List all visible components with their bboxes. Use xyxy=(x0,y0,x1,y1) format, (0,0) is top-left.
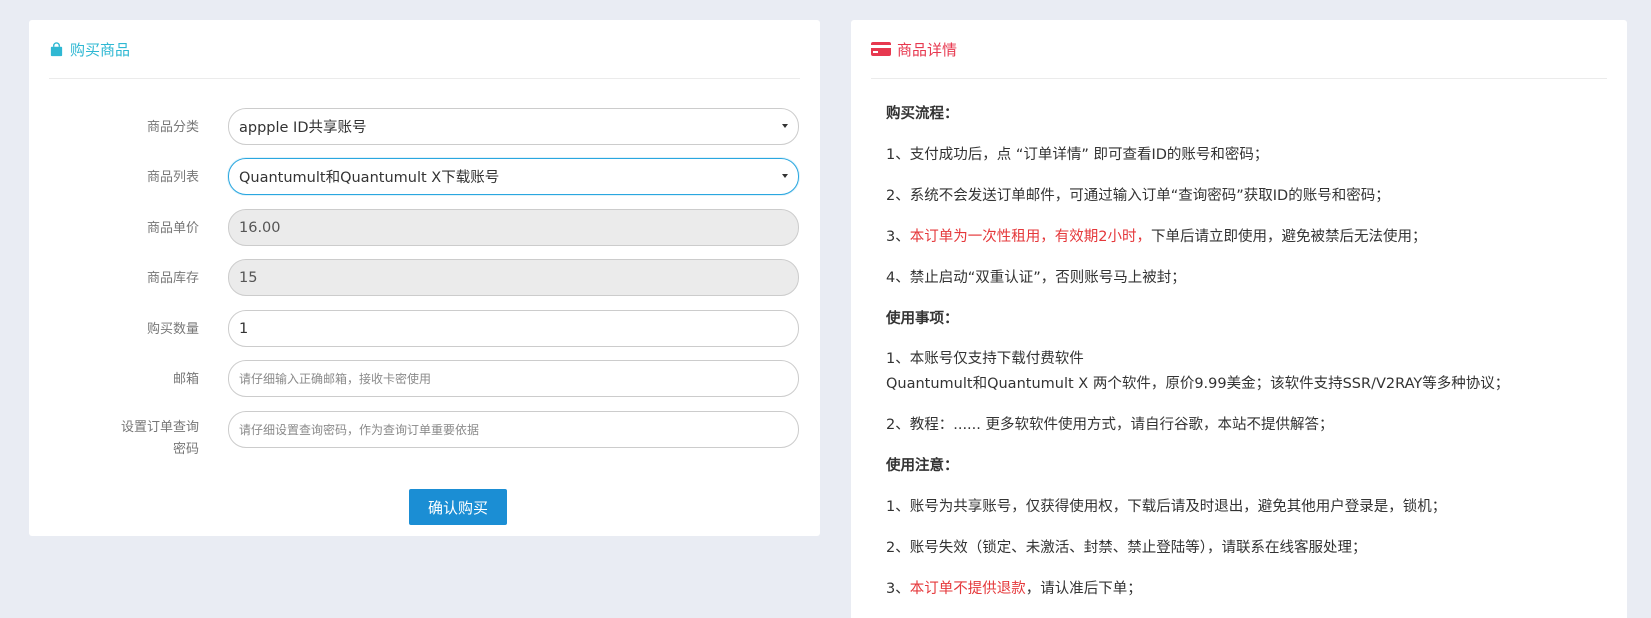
price-value: 16.00 xyxy=(239,219,281,236)
usage-item-1b: Quantumult和Quantumult X 两个软件，原价9.99美金；该软… xyxy=(886,376,1510,392)
process-item-4: 4、禁止启动“双重认证”，否则账号马上被封； xyxy=(886,270,1186,286)
category-select-value: appple ID共享账号 xyxy=(239,120,367,136)
stock-row: 商品库存 15 xyxy=(29,259,820,297)
email-row: 邮箱 请仔细输入正确邮箱，接收卡密使用 xyxy=(29,360,820,398)
email-input[interactable]: 请仔细输入正确邮箱，接收卡密使用 xyxy=(228,360,799,397)
stock-label: 商品库存 xyxy=(146,271,199,286)
purchase-panel-header: 购买商品 xyxy=(49,20,800,79)
usage-item-2: 2、教程：...... 更多软软件使用方式，请自行谷歌，本站不提供解答； xyxy=(886,417,1334,433)
process-item-2: 2、系统不会发送订单邮件，可通过输入订单“查询密码”获取ID的账号和密码； xyxy=(886,188,1390,204)
stock-value: 15 xyxy=(239,269,258,286)
purchase-panel-title: 购买商品 xyxy=(70,40,131,59)
query-password-label: 设置订单查询 密码 xyxy=(89,417,199,461)
notice-item-1: 1、账号为共享账号，仅获得使用权，下载后请及时退出，避免其他用户登录是，锁机； xyxy=(886,499,1447,515)
shopping-bag-icon xyxy=(49,41,64,57)
category-label: 商品分类 xyxy=(146,120,199,135)
query-password-input[interactable]: 请仔细设置查询密码，作为查询订单重要依据 xyxy=(228,411,799,448)
query-password-placeholder: 请仔细设置查询密码，作为查询订单重要依据 xyxy=(239,423,480,437)
quantity-label: 购买数量 xyxy=(146,322,199,337)
process-item-3-prefix: 3、 xyxy=(886,229,910,245)
process-item-1: 1、支付成功后，点 “订单详情” 即可查看ID的账号和密码； xyxy=(886,147,1269,163)
product-row: 商品列表 Quantumult和Quantumult X下载账号 xyxy=(29,158,820,196)
confirm-purchase-button[interactable]: 确认购买 xyxy=(409,489,507,525)
email-label: 邮箱 xyxy=(172,372,199,387)
purchase-panel: 购买商品 商品分类 appple ID共享账号 商品列表 Quantumult和… xyxy=(29,20,820,536)
query-password-label-line1: 设置订单查询 xyxy=(120,420,199,435)
price-label: 商品单价 xyxy=(146,221,199,236)
notice-item-3-rest: ，请认准后下单； xyxy=(1025,581,1142,597)
details-panel-title: 商品详情 xyxy=(897,40,958,59)
quantity-value: 1 xyxy=(239,320,249,337)
caret-down-icon xyxy=(782,124,788,128)
notice-item-3: 3、本订单不提供退款，请认准后下单； xyxy=(886,578,1142,600)
notice-heading: 使用注意： xyxy=(886,458,959,474)
notice-item-3-prefix: 3、 xyxy=(886,581,910,597)
price-field: 16.00 xyxy=(228,209,799,246)
process-heading: 购买流程： xyxy=(886,106,959,122)
email-placeholder: 请仔细输入正确邮箱，接收卡密使用 xyxy=(239,372,432,386)
caret-down-icon xyxy=(782,174,788,178)
stock-field: 15 xyxy=(228,259,799,296)
usage-heading: 使用事项： xyxy=(886,311,959,327)
query-password-row: 设置订单查询 密码 请仔细设置查询密码，作为查询订单重要依据 xyxy=(29,411,820,457)
category-select[interactable]: appple ID共享账号 xyxy=(228,108,799,145)
details-panel-header: 商品详情 xyxy=(871,20,1607,79)
details-panel: 商品详情 购买流程： 1、支付成功后，点 “订单详情” 即可查看ID的账号和密码… xyxy=(851,20,1627,618)
process-item-3-warning: 本订单为一次性租用，有效期2小时， xyxy=(909,229,1151,245)
product-select-value: Quantumult和Quantumult X下载账号 xyxy=(239,170,500,186)
query-password-label-line2: 密码 xyxy=(172,442,199,457)
notice-item-3-warning: 本订单不提供退款 xyxy=(909,581,1026,597)
quantity-input[interactable]: 1 xyxy=(228,310,799,347)
product-select[interactable]: Quantumult和Quantumult X下载账号 xyxy=(228,158,799,195)
usage-item-1a: 1、本账号仅支持下载付费软件 xyxy=(886,351,1084,367)
credit-card-icon xyxy=(871,42,891,56)
category-row: 商品分类 appple ID共享账号 xyxy=(29,108,820,146)
notice-item-2: 2、账号失效（锁定、未激活、封禁、禁止登陆等），请联系在线客服处理； xyxy=(886,540,1367,556)
process-item-3-rest: 下单后请立即使用，避免被禁后无法使用； xyxy=(1150,229,1427,245)
price-row: 商品单价 16.00 xyxy=(29,209,820,247)
process-item-3: 3、本订单为一次性租用，有效期2小时，下单后请立即使用，避免被禁后无法使用； xyxy=(886,226,1426,248)
quantity-row: 购买数量 1 xyxy=(29,310,820,348)
product-label: 商品列表 xyxy=(146,170,199,185)
